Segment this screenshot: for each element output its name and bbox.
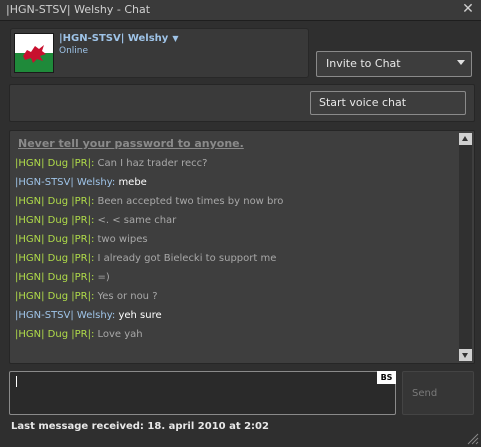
message-text: Love yah [97,329,143,340]
message-sender: |HGN| Dug |PR|: [15,234,98,245]
chat-message: |HGN| Dug |PR|: I already got Bielecki t… [15,249,455,268]
message-text: <. < same char [97,215,177,226]
message-text: Been accepted two times by now bro [97,196,284,207]
friend-name: |HGN-STSV| Welshy [59,33,169,44]
chat-message: |HGN| Dug |PR|: Been accepted two times … [15,192,455,211]
voice-bar: Start voice chat [9,84,475,122]
message-text: two wipes [97,234,148,245]
friend-panel: |HGN-STSV| Welshy ▼ Online [10,28,309,78]
message-sender: |HGN| Dug |PR|: [15,158,98,169]
message-sender: |HGN| Dug |PR|: [15,215,98,226]
password-warning: Never tell your password to anyone. [18,137,244,150]
message-text: Yes or nou ? [97,291,158,302]
window-title: |HGN-STSV| Welshy - Chat [6,3,151,16]
scroll-down-button[interactable] [459,349,472,361]
arrow-up-icon [462,136,468,141]
chat-message: |HGN-STSV| Welshy: yeh sure [15,306,455,325]
friend-name-dropdown[interactable]: |HGN-STSV| Welshy ▼ [59,33,178,44]
chevron-down-icon [457,60,465,65]
message-list: |HGN| Dug |PR|: Can I haz trader recc? |H… [15,154,455,344]
chat-message: |HGN| Dug |PR|: <. < same char [15,211,455,230]
invite-label: Invite to Chat [326,57,401,70]
message-text: mebe [118,177,147,188]
friend-status: Online [59,46,89,56]
chat-message: |HGN| Dug |PR|: Can I haz trader recc? [15,154,455,173]
voice-label: Start voice chat [319,96,407,109]
chat-message: |HGN-STSV| Welshy: mebe [15,173,455,192]
scrollbar[interactable] [459,133,472,361]
message-text: yeh sure [118,310,162,321]
chat-message: |HGN| Dug |PR|: Yes or nou ? [15,287,455,306]
message-sender: |HGN| Dug |PR|: [15,291,98,302]
invite-to-chat-dropdown[interactable]: Invite to Chat [316,51,472,77]
chevron-down-icon: ▼ [172,34,179,43]
message-text: Can I haz trader recc? [97,158,208,169]
bs-badge: BS [377,371,396,384]
chat-log[interactable]: Never tell your password to anyone. |HGN… [9,130,475,364]
text-cursor [16,376,17,387]
close-icon[interactable]: ✕ [461,1,475,17]
message-sender: |HGN| Dug |PR|: [15,196,98,207]
chat-message: |HGN| Dug |PR|: two wipes [15,230,455,249]
scroll-up-button[interactable] [459,133,472,145]
avatar[interactable] [14,33,54,73]
wales-flag-avatar-icon [15,34,53,72]
title-bar: |HGN-STSV| Welshy - Chat ✕ [0,0,481,21]
message-input[interactable]: BS [9,371,396,415]
message-sender: |HGN| Dug |PR|: [15,272,98,283]
send-label: Send [412,388,438,399]
chat-message: |HGN| Dug |PR|: Love yah [15,325,455,344]
arrow-down-icon [462,353,468,358]
message-sender: |HGN| Dug |PR|: [15,253,98,264]
resize-grip-icon[interactable] [465,431,479,445]
message-sender: |HGN| Dug |PR|: [15,329,98,340]
message-sender: |HGN-STSV| Welshy: [15,177,119,188]
message-text: =) [97,272,110,283]
start-voice-chat-button[interactable]: Start voice chat [310,91,466,115]
last-message-received: Last message received: 18. april 2010 at… [11,421,269,432]
message-text: I already got Bielecki to support me [97,253,277,264]
message-sender: |HGN-STSV| Welshy: [15,310,119,321]
send-button[interactable]: Send [402,371,474,415]
chat-message: |HGN| Dug |PR|: =) [15,268,455,287]
